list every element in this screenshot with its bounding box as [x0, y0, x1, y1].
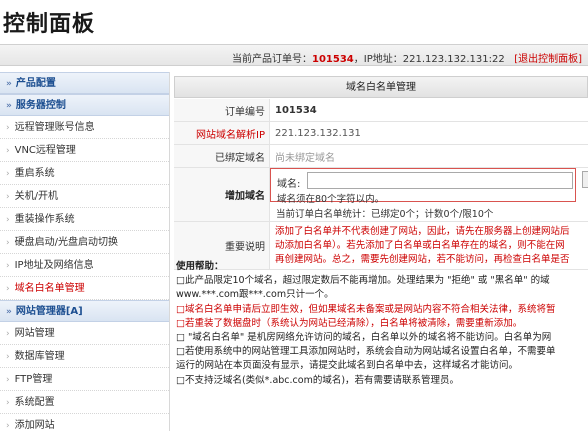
add-domain-box: 域名: 域名须在80个字符以内。 [270, 168, 576, 205]
sidebar-item-label: 重启系统 [14, 168, 55, 179]
bound-domain-label: 已绑定域名 [174, 145, 270, 167]
order-label: 当前产品订单号： [232, 54, 312, 65]
sidebar-item-reinstall[interactable]: › 重装操作系统 [0, 208, 169, 231]
sidebar-item-remote-account[interactable]: › 远程管理账号信息 [0, 116, 169, 139]
sidebar-item-power[interactable]: › 关机/开机 [0, 185, 169, 208]
sidebar-item-boot-switch[interactable]: › 硬盘启动/光盘启动切换 [0, 231, 169, 254]
help-line: □若使用系统中的网站管理工具添加网站时，系统会自动为网站域名设置白名单，不需要单 [176, 346, 556, 358]
help-line: □若重装了数据盘时（系统认为网站已经清除），白名单将被清除，需要重新添加。 [176, 317, 523, 329]
help-line: □域名白名单申请后立即生效，但如果域名未备案或是网站内容不符合相关法律，系统将暂 [176, 303, 556, 315]
double-chevron-icon: » [6, 101, 12, 111]
order-number: 101534 [312, 54, 354, 65]
resolve-ip-row: 网站域名解析IP 221.123.132.131 [174, 122, 588, 145]
sidebar-item-label: 重装操作系统 [14, 214, 75, 225]
bound-domain-value: 尚未绑定域名 [275, 152, 335, 164]
chevron-right-icon: › [6, 169, 10, 179]
domain-field-label: 域名: [277, 179, 301, 190]
chevron-right-icon: › [6, 215, 10, 225]
ip-address: 221.123.132.131:22 [402, 54, 505, 65]
exit-panel-link[interactable]: [退出控制面板] [514, 54, 582, 65]
sidebar-item-vnc[interactable]: › VNC远程管理 [0, 139, 169, 162]
help-line: □不支持泛域名(类似*.abc.com的域名)，若有需要请联系管理员。 [176, 374, 460, 386]
help-line: www.***.com跟***.com只计一个。 [176, 289, 334, 301]
panel-title: 域名白名单管理 [174, 76, 588, 98]
info-bar: 当前产品订单号：101534，IP地址：221.123.132.131:22 [… [0, 44, 588, 66]
domain-input[interactable] [307, 172, 573, 189]
chevron-right-icon: › [6, 375, 10, 385]
sidebar-item-label: 域名白名单管理 [14, 283, 85, 294]
resolve-ip-value: 221.123.132.131 [275, 127, 361, 139]
double-chevron-icon: » [6, 79, 12, 89]
chevron-right-icon: › [6, 421, 10, 431]
sidebar-item-ftp[interactable]: › FTP管理 [0, 368, 169, 391]
sidebar-item-reboot[interactable]: › 重启系统 [0, 162, 169, 185]
sidebar-item-domain-whitelist[interactable]: › 域名白名单管理 [0, 277, 169, 300]
sidebar-section-server-control[interactable]: » 服务器控制 [0, 94, 169, 116]
sidebar-section-label: 产品配置 [15, 78, 56, 89]
double-chevron-icon: » [6, 307, 12, 317]
chevron-right-icon: › [6, 238, 10, 248]
sidebar-item-database[interactable]: › 数据库管理 [0, 345, 169, 368]
chevron-right-icon: › [6, 261, 10, 271]
sidebar-item-label: 添加网站 [14, 420, 55, 431]
important-line: 动添加白名单）。若先添加了白名单或白名单存在的域名，则不能在网 [275, 240, 565, 251]
sidebar-item-site-manage[interactable]: › 网站管理 [0, 322, 169, 345]
app-title: 控制面板 [3, 12, 96, 37]
sidebar-item-label: 网站管理 [14, 328, 55, 339]
sidebar-item-label: FTP管理 [14, 374, 53, 385]
main-panel: 域名白名单管理 订单编号 101534 网站域名解析IP 221.123.132… [174, 72, 588, 431]
sidebar-item-label: VNC远程管理 [14, 145, 76, 156]
chevron-right-icon: › [6, 329, 10, 339]
chevron-right-icon: › [6, 123, 10, 133]
sidebar: » 产品配置 » 服务器控制 › 远程管理账号信息 › VNC远程管理 › 重启系统 › 关… [0, 72, 170, 431]
bound-domain-row: 已绑定域名 尚未绑定域名 [174, 145, 588, 168]
chevron-right-icon: › [6, 192, 10, 202]
chevron-right-icon: › [6, 284, 10, 294]
important-line: 添加了白名单并不代表创建了网站，因此，请先在服务器上创建网站后 [275, 226, 570, 237]
chevron-right-icon: › [6, 146, 10, 156]
resolve-ip-label: 网站域名解析IP [174, 122, 270, 144]
sidebar-item-label: 关机/开机 [14, 191, 58, 202]
order-number-label: 订单编号 [174, 99, 270, 121]
help-line: □此产品限定10个域名，超过限定数后不能再增加。处理结果为 "拒绝" 或 "黑名… [176, 275, 550, 287]
help-section: 使用帮助： □此产品限定10个域名，超过限定数后不能再增加。处理结果为 "拒绝"… [176, 260, 588, 388]
sidebar-item-add-site[interactable]: › 添加网站 [0, 414, 169, 431]
chevron-right-icon: › [6, 352, 10, 362]
help-heading: 使用帮助： [176, 261, 224, 272]
sidebar-section-label: 服务器控制 [15, 100, 66, 111]
sidebar-item-label: 数据库管理 [14, 351, 65, 362]
add-domain-label: 增加域名 [174, 168, 270, 221]
header: 控制面板 [0, 0, 588, 40]
add-domain-button[interactable] [582, 171, 588, 188]
help-line: □ "域名白名单" 是机房网络允许访问的域名，白名单以外的域名将不能访问。白名单… [176, 332, 552, 344]
sidebar-section-label: 网站管理器[A] [15, 306, 83, 317]
domain-length-hint: 域名须在80个字符以内。 [277, 194, 385, 205]
sidebar-item-label: 系统配置 [14, 397, 55, 408]
sidebar-item-label: 远程管理账号信息 [14, 122, 95, 133]
sidebar-section-site-manager[interactable]: » 网站管理器[A] [0, 300, 169, 322]
chevron-right-icon: › [6, 398, 10, 408]
sidebar-item-label: IP地址及网络信息 [14, 260, 94, 271]
order-info: 当前产品订单号：101534，IP地址：221.123.132.131:22 [… [232, 50, 582, 65]
order-row: 订单编号 101534 [174, 99, 588, 122]
sidebar-item-label: 硬盘启动/光盘启动切换 [14, 237, 118, 248]
whitelist-stats: 当前订单白名单统计：已绑定0个；计数0个/限10个 [276, 209, 494, 220]
add-domain-row: 增加域名 域名: 域名须在80个字符以内。 当前订单白名单统计：已绑定0个；计数… [174, 168, 588, 222]
sidebar-item-system-config[interactable]: › 系统配置 [0, 391, 169, 414]
order-number-value: 101534 [275, 104, 317, 116]
sidebar-item-ip-network[interactable]: › IP地址及网络信息 [0, 254, 169, 277]
ip-label: ，IP地址： [353, 54, 403, 65]
help-line: 运行的网站在本页面没有显示，请提交此域名到白名单中去，这样域名才能访问。 [176, 360, 519, 372]
sidebar-section-product-config[interactable]: » 产品配置 [0, 72, 169, 94]
